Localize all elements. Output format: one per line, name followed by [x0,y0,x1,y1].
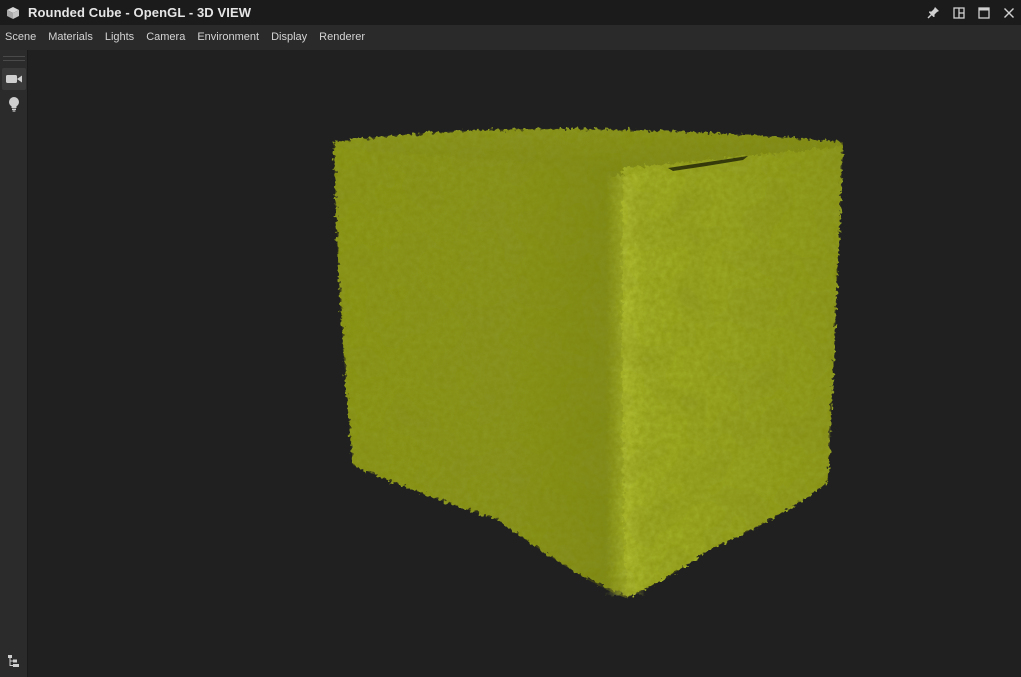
scene-tree-icon [8,655,19,667]
camera-icon [6,75,22,83]
app-window: Rounded Cube - OpenGL - 3D VIEW Scene Ma… [0,0,1021,677]
pin-button[interactable] [921,0,946,25]
close-button[interactable] [996,0,1021,25]
left-toolbar [0,50,28,677]
toolbar-grip[interactable] [3,56,25,61]
menu-bar: Scene Materials Lights Camera Environmen… [0,25,1021,50]
menu-lights[interactable]: Lights [99,25,140,50]
menu-camera[interactable]: Camera [140,25,191,50]
menu-scene[interactable]: Scene [0,25,42,50]
rounded-cube-render[interactable] [28,50,1021,677]
window-controls [921,0,1021,25]
window-title: Rounded Cube - OpenGL - 3D VIEW [28,5,252,20]
menu-display[interactable]: Display [265,25,313,50]
scene-tree-button[interactable] [2,650,26,672]
title-bar: Rounded Cube - OpenGL - 3D VIEW [0,0,1021,25]
pin-icon [927,7,939,19]
3d-viewport[interactable] [28,50,1021,677]
menu-materials[interactable]: Materials [42,25,99,50]
split-view-icon [952,6,965,19]
maximize-button[interactable] [971,0,996,25]
light-tool-button[interactable] [2,93,26,115]
menu-renderer[interactable]: Renderer [313,25,371,50]
menu-environment[interactable]: Environment [191,25,265,50]
light-bulb-icon [9,97,19,112]
cube-icon [7,6,19,19]
camera-tool-button[interactable] [2,68,26,90]
maximize-icon [977,6,990,19]
split-view-button[interactable] [946,0,971,25]
grass-texture [333,128,843,598]
close-icon [1003,7,1014,18]
